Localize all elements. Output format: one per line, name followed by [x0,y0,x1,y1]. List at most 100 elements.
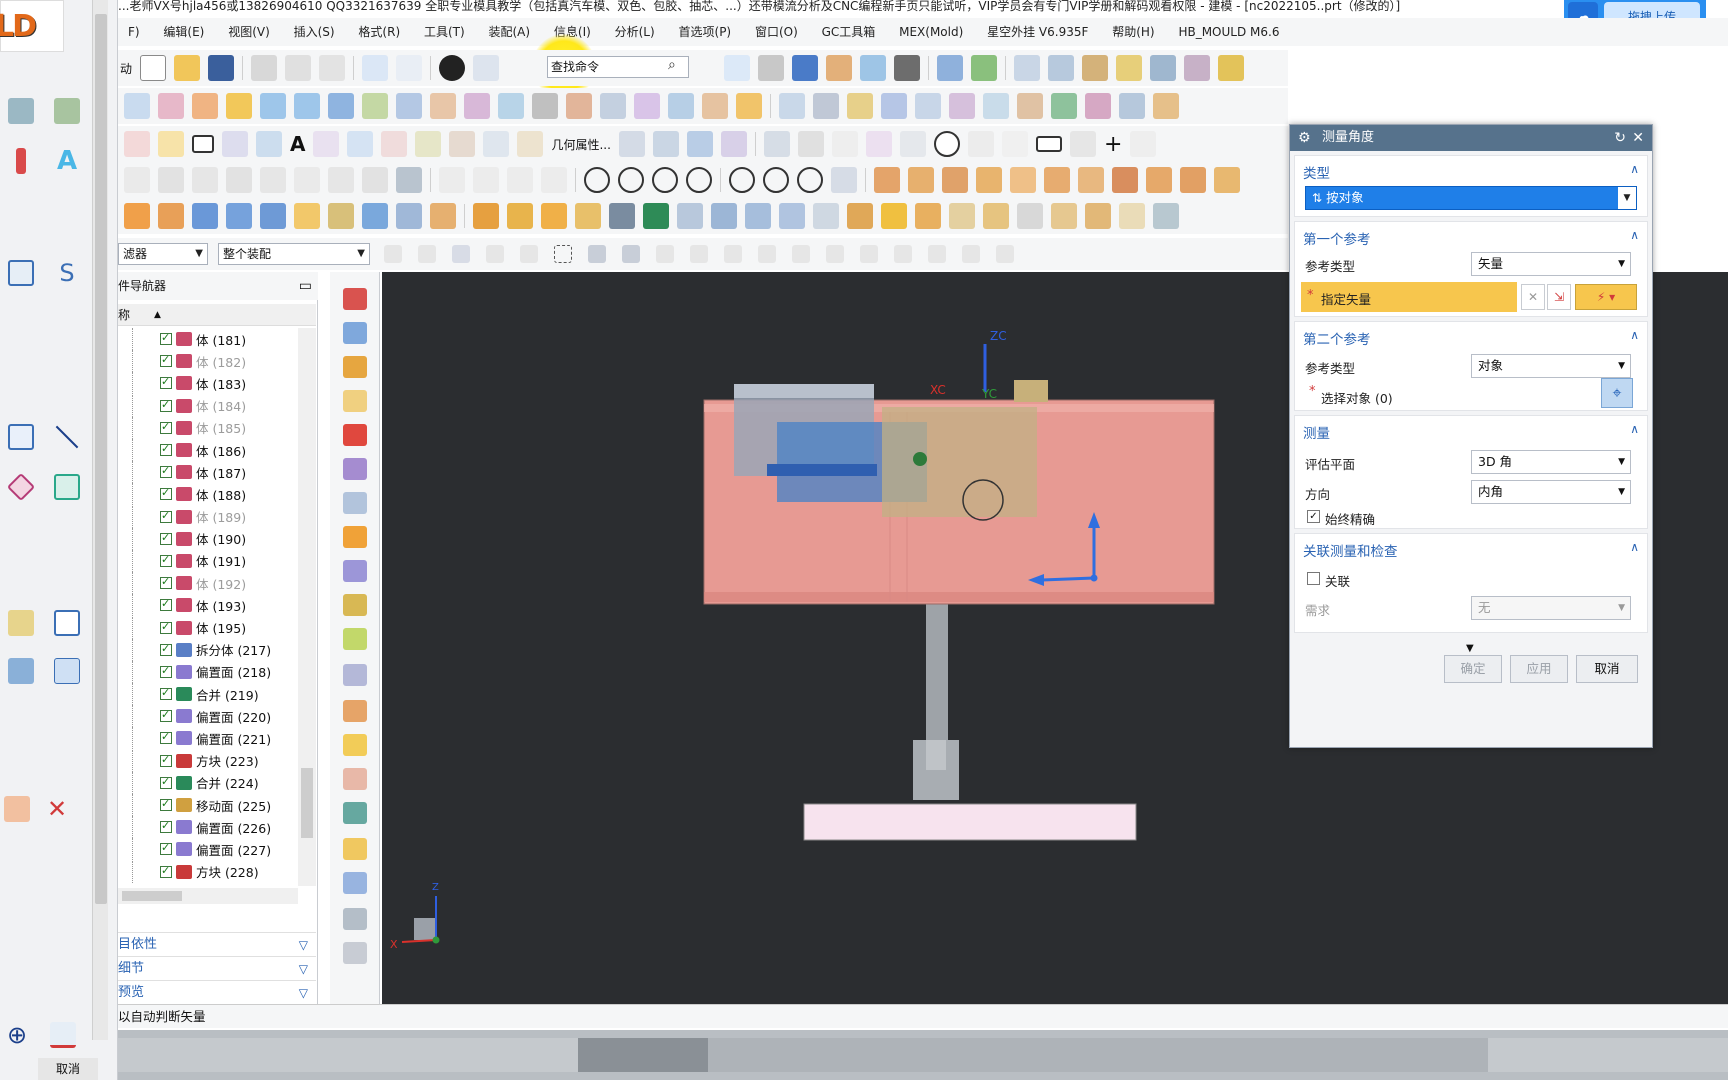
folder-icon[interactable] [343,838,367,860]
taskbar-app[interactable] [708,1038,1488,1072]
visibility-checkbox[interactable] [160,575,172,590]
apply-button[interactable]: 应用 [1510,655,1568,683]
navigator-row[interactable]: 体 (189) [118,505,298,528]
navigator-row[interactable]: 合并 (219) [118,683,298,706]
measure-angle-icon[interactable] [50,470,84,504]
visibility-checkbox[interactable] [160,775,172,789]
snap-icon[interactable] [1150,55,1176,81]
undo-icon[interactable] [362,55,389,81]
layer-folder-icon[interactable] [826,55,852,81]
assembly-blue-icon[interactable] [343,322,367,344]
grid-snap-icon[interactable] [1184,55,1210,81]
transform-icon[interactable] [343,700,367,722]
visibility-checkbox[interactable] [160,708,172,723]
visibility-checkbox[interactable] [160,398,172,412]
reset-icon[interactable]: ↻ [1614,125,1626,151]
visibility-checkbox[interactable] [160,730,172,745]
visibility-checkbox[interactable] [160,509,172,523]
shape-u-icon[interactable] [4,256,38,290]
navigator-row[interactable]: 体 (190) [118,527,298,550]
visibility-checkbox[interactable] [160,753,172,767]
menu-file[interactable]: F) [118,18,150,46]
component-tree-icon[interactable] [343,872,367,894]
navigator-row[interactable]: 偏置面 (227) [118,838,298,861]
assembly-icon[interactable] [937,55,963,81]
vector-dialog-icon[interactable]: ⇲ [1547,284,1571,310]
menu-gc-toolkit[interactable]: GC工具箱 [812,18,886,46]
menu-insert[interactable]: 插入(S) [284,18,345,46]
visibility-checkbox[interactable] [160,464,172,479]
navigator-row[interactable]: 体 (183) [118,372,298,395]
wrench-icon[interactable] [1082,55,1108,81]
info-icon[interactable] [473,55,500,81]
navigator-row[interactable]: 体 (184) [118,394,298,417]
purple-face-icon[interactable] [343,458,367,480]
redo-icon[interactable] [396,55,423,81]
visibility-checkbox[interactable] [160,686,172,701]
reverse-direction-icon[interactable]: ✕ [1521,284,1545,310]
maximize-icon[interactable]: ▭ [299,272,312,300]
roles-icon[interactable] [343,942,367,964]
visibility-checkbox[interactable] [160,420,172,434]
path-icon[interactable] [1048,55,1074,81]
section-preview[interactable]: 预览 ▽ [118,980,316,1004]
search-icon[interactable]: ⌕ [668,57,676,73]
chart-icon[interactable] [343,802,367,824]
visibility-checkbox[interactable] [160,664,172,678]
visibility-checkbox[interactable] [160,797,172,812]
rotate-shape-icon[interactable] [4,470,38,504]
gear-icon[interactable]: ⚙ [1298,125,1311,151]
hand-icon[interactable] [343,908,367,930]
menu-format[interactable]: 格式(R) [348,18,410,46]
plane-yellow-icon[interactable] [343,390,367,412]
navigator-row[interactable]: 体 (186) [118,439,298,462]
measure-ruler-icon[interactable] [1218,55,1244,81]
calculator-icon[interactable] [4,654,38,688]
collapse-caret-icon[interactable]: ∧ [1630,422,1639,436]
grid-icon[interactable] [50,654,84,688]
inferred-vector-icon[interactable]: ⚡ ▾ [1575,284,1637,310]
tools-icon[interactable] [1116,55,1142,81]
navigator-row[interactable]: 拆分体 (217) [118,638,298,661]
text-box-icon[interactable] [50,606,84,640]
crosshair-icon[interactable]: ⊕ [0,1018,34,1052]
type-select[interactable]: ⇅ 按对象 ▼ [1305,186,1637,210]
navigator-row[interactable]: 移动面 (225) [118,794,298,817]
menu-help[interactable]: 帮助(H) [1102,18,1164,46]
visibility-checkbox[interactable] [160,531,172,545]
left-strip-scrollbar[interactable] [92,0,108,1040]
menu-hb-mould[interactable]: HB_MOULD M6.6 [1168,18,1289,46]
section-view-icon[interactable] [860,55,886,81]
new-file-icon[interactable] [140,55,167,81]
cube-view-icon[interactable] [792,55,818,81]
ruler-icon[interactable] [4,606,38,640]
second-ref-type-select[interactable]: 对象 ▼ [1471,354,1631,378]
text-a-icon[interactable]: A [50,144,84,178]
section-dependencies[interactable]: 目依性 ▽ [118,932,316,956]
visibility-checkbox[interactable] [160,642,172,656]
navigator-row[interactable]: 方块 (228) [118,860,298,883]
navigator-row[interactable]: 体 (191) [118,549,298,572]
direction-select[interactable]: 内角 ▼ [1471,480,1631,504]
left-cancel-label[interactable]: 取消 [38,1058,98,1080]
close-icon[interactable]: ✕ [1632,125,1644,151]
line-icon[interactable] [50,420,84,454]
more-options-chevron-icon[interactable]: ▼ [1466,643,1474,654]
menu-window[interactable]: 窗口(O) [745,18,808,46]
collapse-caret-icon[interactable]: ∧ [1630,540,1639,554]
sketch-frame-icon[interactable] [4,420,38,454]
visibility-checkbox[interactable] [160,597,172,612]
geometry-properties-button[interactable]: 几何属性... [551,136,610,153]
scroll-thumb[interactable] [301,768,313,838]
navigator-column-header[interactable]: 称 ▲ [118,304,316,326]
navigator-row[interactable]: 体 (185) [118,416,298,439]
menu-analysis[interactable]: 分析(L) [605,18,665,46]
menu-assembly[interactable]: 装配(A) [478,18,540,46]
move-orange-icon[interactable] [343,356,367,378]
scope-filter-select[interactable]: 整个装配 ▼ [218,243,370,265]
navigator-row[interactable]: 体 (193) [118,594,298,617]
navigator-row[interactable]: 合并 (224) [118,771,298,794]
cut-icon[interactable] [251,55,278,81]
navigator-row[interactable]: 体 (182) [118,350,298,373]
navigator-row[interactable]: 体 (181) [118,328,298,351]
